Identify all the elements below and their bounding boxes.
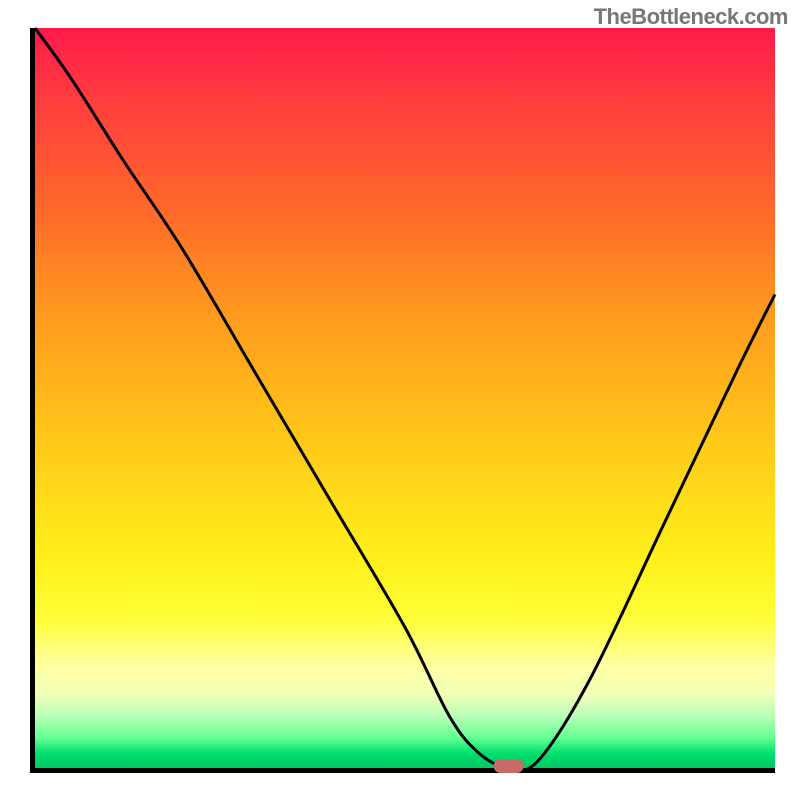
plot-area	[30, 28, 775, 773]
curve-svg	[35, 28, 775, 768]
bottleneck-curve-path	[35, 28, 775, 770]
chart-container: TheBottleneck.com	[0, 0, 800, 800]
attribution-label: TheBottleneck.com	[594, 4, 788, 30]
optimum-marker	[494, 759, 524, 773]
